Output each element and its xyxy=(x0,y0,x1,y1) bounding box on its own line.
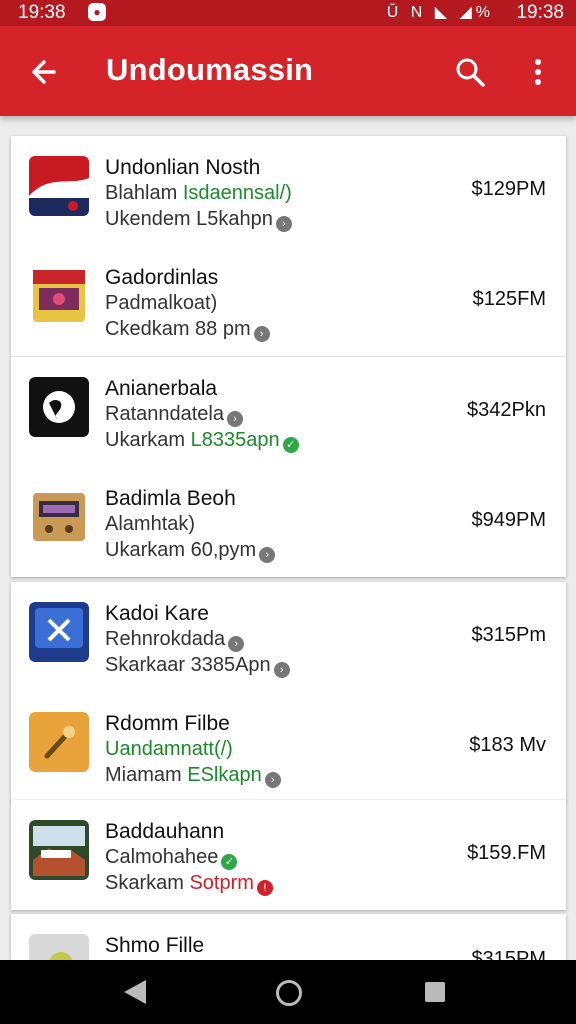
item-price: $183 Mv xyxy=(469,734,546,756)
status-dot-icon: › xyxy=(259,547,276,563)
item-detail: Miamam ESlkapn › xyxy=(105,764,281,788)
globe-icon xyxy=(29,377,89,437)
item-subtitle: Alamhtak) xyxy=(105,513,196,535)
nav-recent-icon[interactable] xyxy=(425,982,445,1002)
list-item[interactable]: Baddauhann Calmohahee ✓ Skarkam Sotprm! $… xyxy=(11,800,566,910)
book-icon xyxy=(29,266,89,326)
list-item[interactable]: Rdomm Filbe Uandamnatt(/) Miamam ESlkapn… xyxy=(11,692,566,802)
list-item[interactable]: Badimla Beoh Alamhtak) Ukarkam 60,pym › $… xyxy=(11,467,566,577)
search-icon[interactable] xyxy=(452,54,488,90)
item-title: Undonlian Nosth xyxy=(105,156,261,179)
item-detail: Ukendem L5kahpn › xyxy=(105,208,292,232)
item-detail-text: Skarkaar 3385Apn xyxy=(105,654,271,676)
item-subtitle: Uandamnatt(/) xyxy=(105,738,233,760)
alert-dot-icon: ! xyxy=(256,880,273,896)
item-price: $949PM xyxy=(471,509,547,531)
notification-icon: ● xyxy=(88,3,106,21)
status-bar: 19:38 ● Ŭ N ◣ ◢% 19:38 xyxy=(0,0,576,26)
item-detail-text: Skarkam xyxy=(105,872,184,894)
page-title: Undoumassin xyxy=(106,52,314,87)
check-dot-icon: ✓ xyxy=(282,437,299,453)
tools-icon xyxy=(29,602,89,662)
list-item[interactable]: Gadordinlas Padmalkoat) Ckedkam 88 pm › $… xyxy=(11,246,566,356)
item-price: $315Pm xyxy=(471,624,547,646)
item-title: Baddauhann xyxy=(105,820,225,843)
item-title: Shmo Fille xyxy=(105,934,205,957)
item-subtitle: Ratanndatela › xyxy=(105,403,243,427)
item-subtitle-text: Ratanndatela xyxy=(105,403,224,425)
status-dot-icon: › xyxy=(253,326,270,342)
item-price: $129PM xyxy=(471,178,547,200)
item-detail-accent: L8335apn xyxy=(190,429,280,451)
more-vert-icon[interactable] xyxy=(528,54,548,90)
status-dot-icon: › xyxy=(228,636,245,652)
list-item[interactable]: Kadoi Kare Rehnrokdada › Skarkaar 3385Apn… xyxy=(11,582,566,692)
item-detail-accent: ESlkapn xyxy=(187,764,262,786)
status-dot-icon: › xyxy=(275,216,292,232)
flag-icon xyxy=(29,156,89,216)
nav-home-icon[interactable] xyxy=(276,980,302,1006)
item-subtitle-text: Rehnrokdada xyxy=(105,628,226,650)
wrench-icon xyxy=(29,712,89,772)
item-price: $125FM xyxy=(472,288,546,310)
item-price: $315PM xyxy=(471,948,547,960)
item-title: Badimla Beoh xyxy=(105,487,236,510)
list-card: Undonlian Nosth Blahlam Isdaennsal/) Uke… xyxy=(11,136,566,577)
status-dot-icon: › xyxy=(226,411,243,427)
item-price: $342Pkn xyxy=(467,399,546,421)
status-time-right: 19:38 xyxy=(516,2,564,23)
list-card: Baddauhann Calmohahee ✓ Skarkam Sotprm! $… xyxy=(11,800,566,910)
list-item[interactable]: Anianerbala Ratanndatela › Ukarkam L8335a… xyxy=(11,356,566,467)
item-detail: Ckedkam 88 pm › xyxy=(105,318,270,342)
item-detail: Skarkaar 3385Apn › xyxy=(105,654,290,678)
list-card: Kadoi Kare Rehnrokdada › Skarkaar 3385Apn… xyxy=(11,582,566,802)
back-arrow-icon[interactable] xyxy=(24,52,64,92)
item-price: $159.FM xyxy=(467,842,546,864)
status-time-left: 19:38 xyxy=(18,2,66,23)
item-title: Kadoi Kare xyxy=(105,602,209,625)
item-detail-accent: Sotprm xyxy=(189,872,254,894)
item-subtitle: Calmohahee ✓ xyxy=(105,846,238,870)
list-item[interactable]: Shmo Fille $315PM xyxy=(11,914,566,960)
item-detail: Ukarkam 60,pym › xyxy=(105,539,276,563)
nav-back-icon[interactable] xyxy=(124,980,146,1004)
pear-icon xyxy=(29,934,89,960)
item-subtitle: Blahlam Isdaennsal/) xyxy=(105,182,292,205)
item-detail-text: Ukendem L5kahpn xyxy=(105,208,273,230)
item-subtitle: Rehnrokdada › xyxy=(105,628,245,652)
item-title: Gadordinlas xyxy=(105,266,219,289)
item-detail-text: Ukarkam xyxy=(105,429,186,451)
item-detail-text: Ckedkam 88 pm xyxy=(105,318,251,340)
status-dot-icon: › xyxy=(264,772,281,788)
status-icons: Ŭ N ◣ ◢% xyxy=(386,4,494,21)
status-dot-icon: › xyxy=(273,662,290,678)
landscape-icon xyxy=(29,820,89,880)
item-title: Anianerbala xyxy=(105,377,218,400)
item-detail: Skarkam Sotprm! xyxy=(105,872,273,896)
item-detail-text: Miamam xyxy=(105,764,182,786)
item-subtitle-text: Blahlam xyxy=(105,182,178,204)
radio-icon xyxy=(29,487,89,547)
check-dot-icon: ✓ xyxy=(221,854,238,870)
item-subtitle-text: Calmohahee xyxy=(105,846,219,868)
app-bar: Undoumassin xyxy=(0,26,576,116)
list-card: Shmo Fille $315PM xyxy=(11,914,566,960)
list-item[interactable]: Undonlian Nosth Blahlam Isdaennsal/) Uke… xyxy=(11,136,566,246)
item-subtitle-accent: Isdaennsal/) xyxy=(182,182,292,204)
item-title: Rdomm Filbe xyxy=(105,712,230,735)
item-subtitle: Padmalkoat) xyxy=(105,292,218,314)
item-detail: Ukarkam L8335apn ✓ xyxy=(105,429,299,453)
navigation-bar xyxy=(0,960,576,1024)
item-detail-text: Ukarkam 60,pym xyxy=(105,539,257,561)
